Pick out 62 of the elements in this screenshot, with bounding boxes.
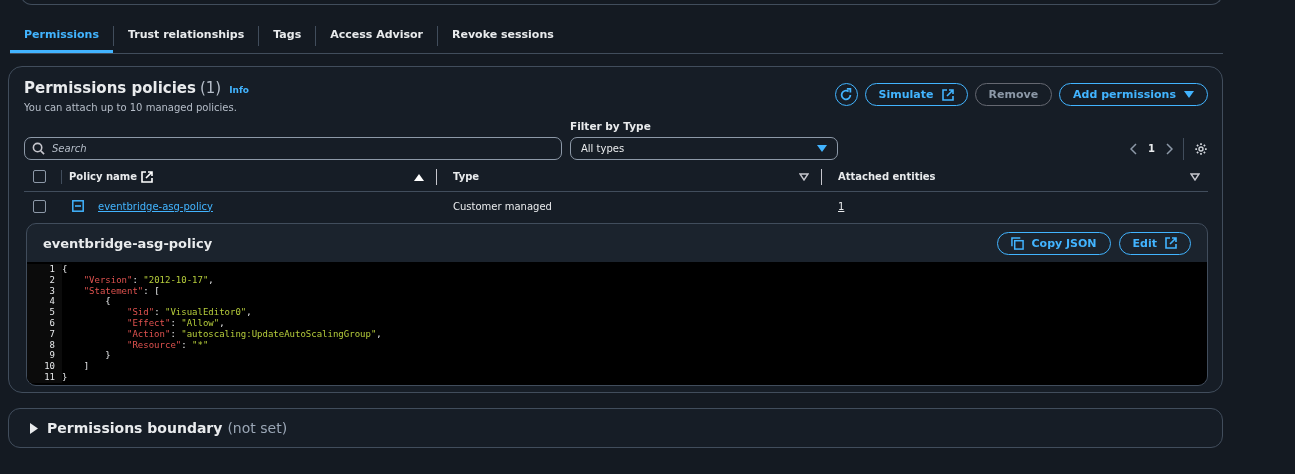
external-link-icon (1165, 237, 1177, 249)
code-line: "Sid": "VisualEditor0", (126, 307, 252, 318)
type-select[interactable]: All types (570, 137, 838, 160)
line-number: 7 (27, 328, 62, 340)
sort-icon[interactable] (1190, 172, 1200, 181)
external-link-icon (141, 170, 154, 183)
filter-label: Filter by Type (570, 120, 652, 132)
line-number: 2 (27, 274, 62, 286)
code-line: "Resource": "*" (126, 339, 209, 351)
line-number: 9 (27, 350, 62, 362)
search-field[interactable]: Search (24, 137, 562, 160)
section-title[interactable]: Permissions boundary (47, 420, 223, 436)
search-icon (32, 142, 45, 155)
line-number: 11 (27, 371, 62, 383)
tab[interactable]: Revoke sessions (438, 19, 568, 53)
attached-count-link[interactable]: 1 (838, 200, 845, 212)
code-line: } (104, 350, 111, 362)
sort-ascending-icon[interactable] (414, 172, 424, 181)
code-line: ] (82, 361, 90, 372)
caret-icon (1184, 90, 1194, 99)
code-line: "Action": "autoscaling:UpdateAutoScalingGroup", (126, 328, 382, 340)
code-line: } (62, 371, 68, 383)
select-all-checkbox[interactable] (33, 170, 46, 183)
line-number: 8 (27, 339, 62, 351)
sort-icon[interactable] (799, 172, 809, 181)
code-line: "Statement": [ (82, 285, 160, 297)
column-header[interactable]: Policy name (69, 170, 154, 183)
tab[interactable]: Trust relationships (114, 19, 259, 53)
panel-title: Permissions policies (24, 79, 196, 97)
line-number: 4 (27, 296, 62, 308)
page-number[interactable]: 1 (1148, 143, 1155, 154)
table-cell: Customer managed (453, 200, 552, 212)
code-line: "Effect": "Allow", (126, 318, 225, 329)
copy-icon (1010, 236, 1024, 250)
code-line: "Version": "2012-10-17", (82, 274, 214, 286)
info-link[interactable]: Info (229, 85, 250, 95)
policy-count: (1) (199, 79, 222, 97)
caret-right-icon[interactable] (29, 422, 38, 434)
caret-icon (817, 144, 827, 153)
line-number: 1 (27, 264, 62, 275)
tab[interactable]: Access Advisor (316, 19, 437, 53)
column-header[interactable]: Attached entities (838, 171, 936, 182)
external-link-icon (941, 88, 954, 101)
policy-link[interactable]: eventbridge-asg-policy (98, 200, 213, 212)
next-page-icon[interactable] (1165, 142, 1173, 155)
refresh-icon (839, 87, 854, 102)
column-header[interactable]: Type (453, 171, 480, 182)
panel-description: You can attach up to 10 managed policies. (24, 102, 238, 113)
boundary-status: (not set) (227, 420, 288, 436)
code-line: { (62, 264, 68, 275)
policy-title: eventbridge-asg-policy (43, 235, 213, 251)
line-number: 6 (27, 318, 62, 329)
code-line: { (104, 296, 111, 308)
line-number: 3 (27, 285, 62, 297)
tab[interactable]: Permissions (10, 19, 113, 53)
tab[interactable]: Tags (259, 19, 316, 53)
line-number: 5 (27, 307, 62, 318)
collapse-icon[interactable] (72, 200, 84, 212)
row-checkbox[interactable] (33, 199, 46, 213)
previous-page-icon[interactable] (1130, 142, 1139, 155)
line-number: 10 (27, 361, 62, 372)
settings-icon[interactable] (1194, 141, 1208, 156)
